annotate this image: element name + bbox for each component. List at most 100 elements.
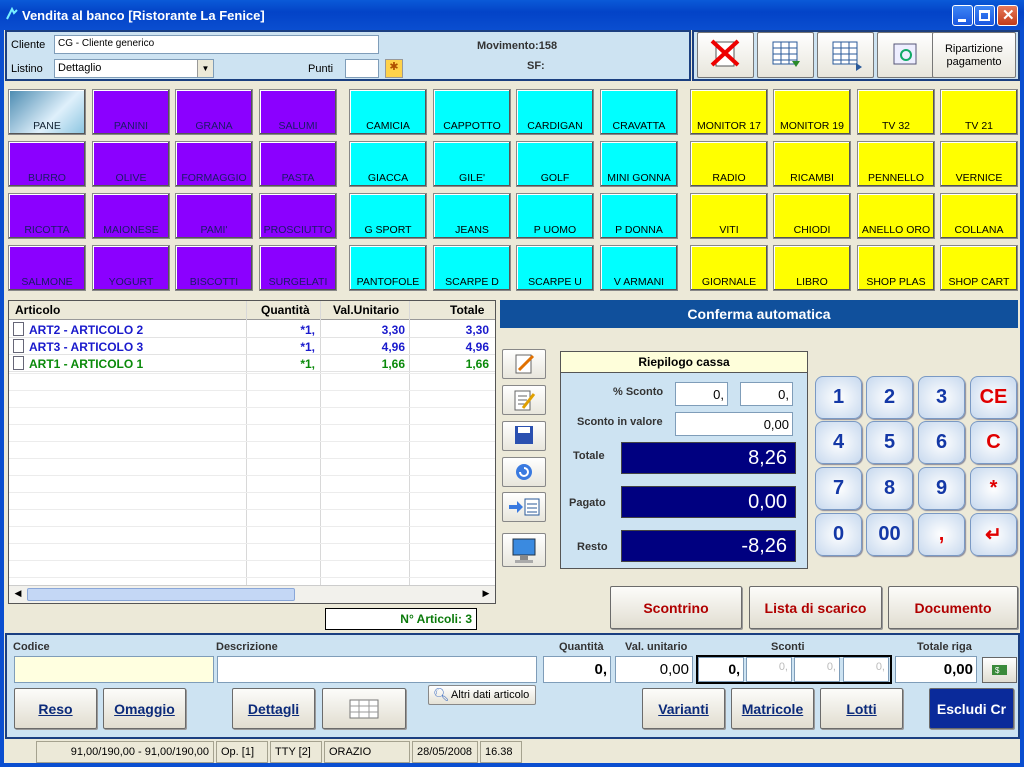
punti-lookup-button[interactable]: ✱ <box>385 59 403 78</box>
table-right-button[interactable] <box>817 32 874 78</box>
product-button[interactable]: SCARPE D <box>433 245 511 291</box>
product-button[interactable]: P DONNA <box>600 193 678 239</box>
lista-di-scarico-button[interactable]: Lista di scarico <box>749 586 882 629</box>
product-button[interactable]: COLLANA <box>940 193 1018 239</box>
product-button[interactable]: SALMONE <box>8 245 86 291</box>
product-button[interactable]: RICOTTA <box>8 193 86 239</box>
sconto-1-input[interactable]: 0, <box>698 657 744 682</box>
ripartizione-pagamento-button[interactable]: Ripartizione pagamento <box>932 32 1016 78</box>
product-button[interactable]: PANTOFOLE <box>349 245 427 291</box>
delete-document-button[interactable] <box>697 32 754 78</box>
title-bar[interactable]: Vendita al banco [Ristorante La Fenice] … <box>0 0 1024 30</box>
descrizione-input[interactable] <box>217 656 537 683</box>
product-button[interactable]: LIBRO <box>773 245 851 291</box>
omaggio-button[interactable]: Omaggio <box>103 688 186 729</box>
codice-input[interactable] <box>14 656 214 683</box>
conferma-automatica-bar[interactable]: Conferma automatica <box>500 300 1018 328</box>
confirm-line-button[interactable]: $ <box>982 657 1017 683</box>
display-button[interactable] <box>502 533 546 567</box>
product-button[interactable]: TV 32 <box>857 89 935 135</box>
product-button[interactable]: SALUMI <box>259 89 337 135</box>
product-button[interactable]: CHIODI <box>773 193 851 239</box>
product-button[interactable]: SURGELATI <box>259 245 337 291</box>
product-button[interactable]: P UOMO <box>516 193 594 239</box>
product-button[interactable]: JEANS <box>433 193 511 239</box>
keypad-key[interactable]: 8 <box>866 467 913 510</box>
product-button[interactable]: GOLF <box>516 141 594 187</box>
product-button[interactable]: ANELLO ORO <box>857 193 935 239</box>
cliente-field[interactable]: CG - Cliente generico <box>54 35 379 54</box>
quantita-input[interactable]: 0, <box>543 656 611 683</box>
product-button[interactable]: YOGURT <box>92 245 170 291</box>
keypad-key[interactable]: * <box>970 467 1017 510</box>
lotti-button[interactable]: Lotti <box>820 688 903 729</box>
product-button[interactable]: BISCOTTI <box>175 245 253 291</box>
product-button[interactable]: TV 21 <box>940 89 1018 135</box>
product-button[interactable]: GILE' <box>433 141 511 187</box>
keypad-key[interactable]: 0 <box>815 513 862 556</box>
edit-mark-button[interactable] <box>502 349 546 379</box>
keypad-key[interactable]: 6 <box>918 421 965 464</box>
reso-button[interactable]: Reso <box>14 688 97 729</box>
matricole-button[interactable]: Matricole <box>731 688 814 729</box>
altri-dati-articolo-button[interactable]: 🔍︎ Altri dati articolo <box>428 685 536 705</box>
insert-list-button[interactable] <box>502 492 546 522</box>
keypad-key[interactable]: 7 <box>815 467 862 510</box>
sconto-3-input[interactable]: 0, <box>794 657 840 682</box>
varianti-button[interactable]: Varianti <box>642 688 725 729</box>
keypad-key[interactable]: 1 <box>815 376 862 419</box>
product-button[interactable]: MONITOR 17 <box>690 89 768 135</box>
sconto-4-input[interactable]: 0, <box>843 657 889 682</box>
product-button[interactable]: FORMAGGIO <box>175 141 253 187</box>
product-button[interactable]: MONITOR 19 <box>773 89 851 135</box>
scroll-thumb[interactable] <box>27 588 295 601</box>
sconto-2-input[interactable]: 0, <box>746 657 792 682</box>
table-row[interactable]: ART3 - ARTICOLO 3 *1, 4,96 4,96 <box>9 338 495 355</box>
col-quantita[interactable]: Quantità <box>261 303 310 317</box>
keypad-key[interactable]: 9 <box>918 467 965 510</box>
product-button[interactable]: GIORNALE <box>690 245 768 291</box>
product-button[interactable]: PENNELLO <box>857 141 935 187</box>
documento-button[interactable]: Documento <box>888 586 1018 629</box>
product-button[interactable]: CAPPOTTO <box>433 89 511 135</box>
keypad-key[interactable]: C <box>970 421 1017 464</box>
preview-button[interactable] <box>877 32 934 78</box>
edit-note-button[interactable] <box>502 385 546 415</box>
product-button[interactable]: SHOP CART <box>940 245 1018 291</box>
sconto-pct-field-1[interactable]: 0, <box>675 382 728 406</box>
keypad-key[interactable]: 2 <box>866 376 913 419</box>
keypad-key[interactable]: 00 <box>866 513 913 556</box>
minimize-button[interactable] <box>952 5 973 26</box>
product-button[interactable]: PANE <box>8 89 86 135</box>
product-button[interactable]: GIACCA <box>349 141 427 187</box>
product-button[interactable]: V ARMANI <box>600 245 678 291</box>
product-button[interactable]: PASTA <box>259 141 337 187</box>
sconto-pct-field-2[interactable]: 0, <box>740 382 793 406</box>
keypad-key[interactable]: 5 <box>866 421 913 464</box>
escludi-cr-button[interactable]: Escludi Cr <box>929 688 1014 729</box>
scontrino-button[interactable]: Scontrino <box>610 586 742 629</box>
product-button[interactable]: PAMI' <box>175 193 253 239</box>
keypad-key[interactable]: , <box>918 513 965 556</box>
horizontal-scrollbar[interactable]: ◀ ▶ <box>9 585 495 603</box>
keypad-key[interactable]: ↵ <box>970 513 1017 556</box>
listino-select[interactable]: Dettaglio ▼ <box>54 59 214 78</box>
product-button[interactable]: RADIO <box>690 141 768 187</box>
sconto-valore-field[interactable]: 0,00 <box>675 412 793 436</box>
product-button[interactable]: PROSCIUTTO <box>259 193 337 239</box>
product-button[interactable]: RICAMBI <box>773 141 851 187</box>
keypad-key[interactable]: CE <box>970 376 1017 419</box>
product-button[interactable]: BURRO <box>8 141 86 187</box>
product-button[interactable]: MAIONESE <box>92 193 170 239</box>
dettagli-button[interactable]: Dettagli <box>232 688 315 729</box>
col-totale[interactable]: Totale <box>450 303 484 317</box>
scroll-left-icon[interactable]: ◀ <box>11 588 25 601</box>
maximize-button[interactable] <box>974 5 995 26</box>
product-button[interactable]: CARDIGAN <box>516 89 594 135</box>
pagato-display[interactable]: 0,00 <box>621 486 796 518</box>
chevron-down-icon[interactable]: ▼ <box>197 60 213 77</box>
table-down-button[interactable] <box>757 32 814 78</box>
product-button[interactable]: SHOP PLAS <box>857 245 935 291</box>
product-button[interactable]: OLIVE <box>92 141 170 187</box>
product-button[interactable]: GRANA <box>175 89 253 135</box>
